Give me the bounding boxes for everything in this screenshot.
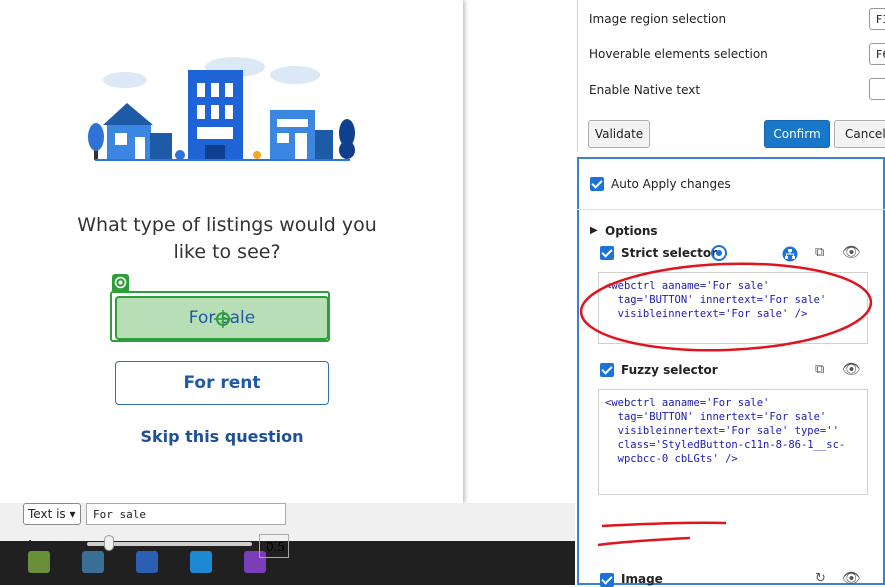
- skip-question-link[interactable]: Skip this question: [115, 427, 329, 446]
- listing-page: What type of listings would you like to …: [0, 0, 463, 503]
- hoverable-elements-key-field[interactable]: F6: [869, 43, 885, 65]
- eye-icon[interactable]: 👁: [842, 569, 861, 587]
- accuracy-slider-handle[interactable]: [104, 535, 114, 551]
- fuzzy-code-line: tag='BUTTON' innertext='For sale': [605, 411, 827, 423]
- auto-apply-checkbox[interactable]: [590, 177, 604, 191]
- fuzzy-code-line: class='StyledButton-c11n-8-86-1__sc-: [605, 439, 846, 451]
- match-value-input[interactable]: For sale: [86, 503, 286, 525]
- eye-icon[interactable]: 👁: [842, 243, 861, 261]
- strict-selector-code[interactable]: <webctrl aaname='For sale' tag='BUTTON' …: [598, 272, 868, 344]
- strict-selector-checkbox[interactable]: [600, 246, 614, 260]
- fuzzy-code-line: visibleinnertext='For sale' type='': [605, 425, 839, 437]
- hoverable-elements-label: Hoverable elements selection: [589, 47, 768, 61]
- cancel-button[interactable]: Cancel: [834, 120, 885, 148]
- target-icon[interactable]: [710, 244, 728, 262]
- fuzzy-code-line: wpcbcc-0 cbLGts' />: [605, 453, 738, 465]
- options-label: Options: [605, 224, 658, 238]
- strict-selector-label: Strict selector: [621, 246, 717, 260]
- options-expand-icon[interactable]: ▶: [590, 225, 598, 236]
- image-label: Image: [621, 572, 663, 586]
- city-illustration: [88, 57, 355, 161]
- selection-settings-dialog: Image region selection F3 Hoverable elem…: [577, 0, 885, 152]
- word-icon[interactable]: [136, 551, 158, 573]
- crosshair-cursor-icon: [214, 310, 232, 328]
- image-region-label: Image region selection: [589, 12, 727, 26]
- eye-icon[interactable]: 👁: [842, 360, 861, 378]
- photo-app-icon[interactable]: [28, 551, 50, 573]
- fuzzy-selector-label: Fuzzy selector: [621, 363, 718, 377]
- copy-icon[interactable]: ⧉: [815, 362, 824, 377]
- highlight-target-icon: [112, 274, 129, 291]
- calculator-icon[interactable]: [82, 551, 104, 573]
- listing-question: What type of listings would you like to …: [77, 214, 377, 263]
- chevron-down-icon: ▾: [69, 507, 76, 521]
- fuzzy-code-line: <webctrl aaname='For sale': [605, 397, 770, 409]
- native-text-key-field[interactable]: [869, 78, 885, 100]
- fuzzy-selector-code[interactable]: <webctrl aaname='For sale' tag='BUTTON' …: [598, 389, 868, 495]
- fuzzy-selector-checkbox[interactable]: [600, 363, 614, 377]
- hierarchy-icon[interactable]: [782, 246, 798, 262]
- divider: [577, 209, 885, 210]
- native-text-label: Enable Native text: [589, 83, 701, 97]
- accuracy-label: Accuracy: [26, 538, 81, 552]
- strict-code-line: visibleinnertext='For sale' />: [605, 308, 808, 320]
- studio-icon[interactable]: [190, 551, 212, 573]
- refresh-icon[interactable]: ↻: [815, 571, 826, 586]
- match-type-dropdown[interactable]: Text is ▾: [23, 503, 81, 525]
- auto-apply-label: Auto Apply changes: [611, 177, 731, 191]
- for-rent-label: For rent: [183, 373, 261, 393]
- confirm-button[interactable]: Confirm: [764, 120, 830, 148]
- accuracy-value-field[interactable]: 0.5: [259, 534, 289, 558]
- for-rent-button[interactable]: For rent: [115, 361, 329, 405]
- copy-icon[interactable]: ⧉: [815, 245, 824, 260]
- image-region-key-field[interactable]: F3: [869, 8, 885, 30]
- match-type-value: Text is: [28, 507, 66, 521]
- strict-code-line: tag='BUTTON' innertext='For sale': [605, 294, 827, 306]
- strict-code-line: <webctrl aaname='For sale': [605, 280, 770, 292]
- validate-button[interactable]: Validate: [588, 120, 650, 148]
